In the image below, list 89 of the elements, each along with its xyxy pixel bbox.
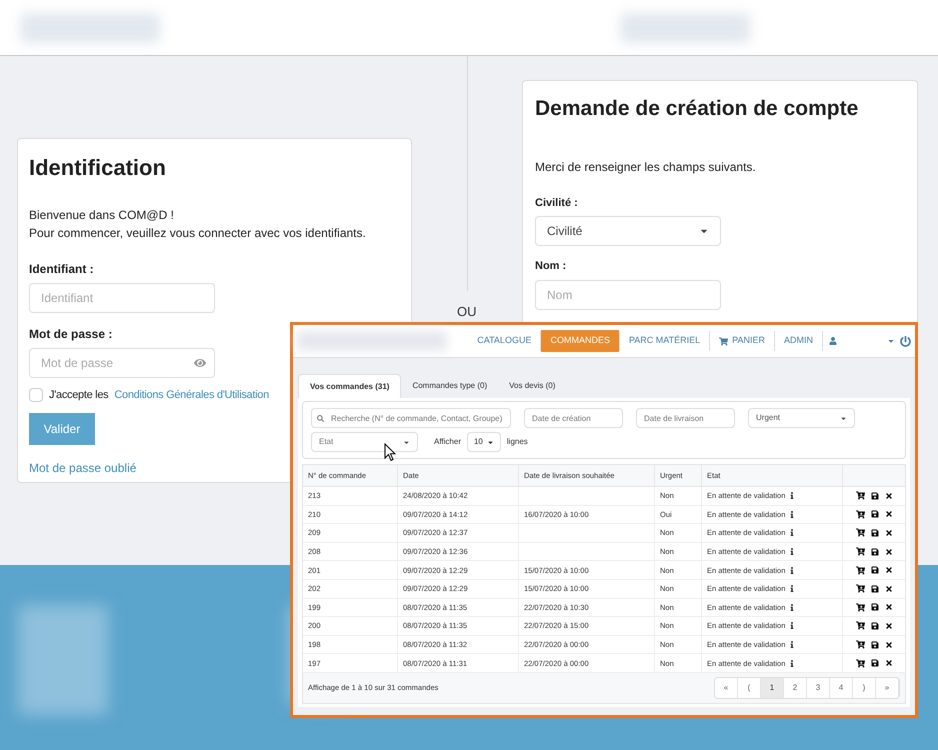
show-label: Afficher	[434, 436, 461, 448]
info-icon[interactable]	[789, 492, 796, 500]
identifier-field[interactable]: Identifiant	[29, 283, 215, 313]
info-icon[interactable]	[789, 622, 796, 630]
intro-text: Pour commencer, veuillez vous connecter avec vos identifiants.	[29, 225, 366, 242]
info-icon[interactable]	[789, 510, 796, 518]
save-icon[interactable]	[870, 584, 878, 593]
search-icon	[317, 415, 324, 422]
rows-label: lignes	[506, 436, 528, 448]
cart-icon[interactable]	[856, 640, 864, 650]
cart-icon[interactable]	[856, 528, 864, 538]
caret-icon[interactable]	[887, 337, 895, 345]
info-icon[interactable]	[789, 566, 796, 574]
close-icon[interactable]	[884, 659, 892, 668]
save-icon[interactable]	[870, 640, 878, 649]
terms-text: J'accepte les	[49, 388, 108, 403]
save-icon[interactable]	[870, 566, 878, 574]
card-title: Identification	[29, 154, 166, 182]
welcome-text: Bienvenue dans COM@D !	[29, 207, 174, 224]
tab[interactable]: Vos commandes (31)	[298, 374, 402, 398]
caret-icon	[486, 438, 494, 446]
info-icon[interactable]	[789, 585, 796, 592]
field-label: Nom :	[535, 259, 566, 274]
close-icon[interactable]	[884, 640, 892, 649]
save-icon[interactable]	[870, 659, 878, 668]
save-icon[interactable]	[870, 622, 878, 630]
page-button[interactable]: «	[715, 678, 738, 698]
cart-icon[interactable]	[856, 491, 864, 500]
field-label: Civilité :	[535, 196, 578, 210]
delivery-date-field[interactable]: Date de livraison	[636, 408, 735, 428]
tab[interactable]: Commandes type (0)	[401, 374, 498, 398]
close-icon[interactable]	[884, 492, 892, 500]
password-field[interactable]: Mot de passe	[29, 348, 215, 378]
close-icon[interactable]	[884, 584, 892, 593]
save-icon[interactable]	[870, 492, 878, 500]
close-icon[interactable]	[884, 528, 892, 537]
forgot-password-link[interactable]: Mot de passe oublié	[29, 458, 136, 476]
civility-select[interactable]: Civilité	[535, 216, 721, 246]
terms-link[interactable]: Conditions Générales d'Utilisation	[114, 387, 269, 404]
cart-icon	[719, 336, 728, 346]
urgent-select[interactable]: Urgent	[748, 408, 855, 428]
save-icon[interactable]	[870, 548, 878, 556]
mouse-cursor-icon	[384, 443, 396, 462]
save-icon[interactable]	[870, 528, 878, 537]
page-size-select[interactable]: 10	[466, 432, 501, 452]
separator-text: OU	[457, 303, 476, 321]
power-icon[interactable]	[900, 336, 911, 346]
field-label: Identifiant :	[29, 261, 94, 278]
cart-icon[interactable]	[856, 566, 864, 575]
info-icon[interactable]	[789, 660, 796, 667]
close-icon[interactable]	[884, 622, 892, 630]
name-field[interactable]: Nom	[535, 280, 721, 310]
terms-checkbox[interactable]	[29, 388, 43, 402]
page-button[interactable]: »	[876, 678, 899, 698]
creation-date-field[interactable]: Date de création	[524, 408, 623, 428]
card-title: Demande de création de compte	[535, 96, 858, 122]
search-field[interactable]: Recherche (N° de commande, Contact, Groupe)	[311, 408, 511, 428]
tab[interactable]: Vos devis (0)	[498, 374, 566, 398]
page-button[interactable]: 4	[830, 678, 853, 698]
caret-icon	[840, 414, 847, 422]
cart-icon[interactable]	[856, 602, 864, 612]
info-icon[interactable]	[789, 604, 796, 611]
page-button[interactable]: 1	[761, 678, 784, 698]
nav-link[interactable]: PANIER	[710, 330, 774, 352]
nav-link[interactable]: CATALOGUE	[468, 330, 540, 352]
page-button[interactable]: 2	[784, 678, 807, 698]
cart-icon[interactable]	[856, 547, 864, 556]
info-icon[interactable]	[789, 529, 796, 536]
cart-icon[interactable]	[856, 510, 864, 519]
info-icon[interactable]	[789, 548, 796, 556]
close-icon[interactable]	[884, 566, 892, 574]
info-icon[interactable]	[789, 641, 796, 648]
cart-icon[interactable]	[856, 621, 864, 630]
eye-icon[interactable]	[194, 357, 206, 369]
nav-link[interactable]: ADMIN	[775, 330, 822, 352]
close-icon[interactable]	[884, 603, 892, 612]
page-button[interactable]: )	[853, 678, 876, 698]
save-icon[interactable]	[870, 510, 878, 518]
caret-icon	[403, 438, 410, 446]
close-icon[interactable]	[884, 510, 892, 518]
cart-icon[interactable]	[856, 658, 864, 668]
cart-icon[interactable]	[856, 584, 864, 594]
nav-link[interactable]: PARC MATÉRIEL	[620, 330, 710, 352]
page-button[interactable]: 3	[807, 678, 830, 698]
intro-text: Merci de renseigner les champs suivants.	[535, 158, 756, 176]
field-label: Mot de passe :	[29, 326, 112, 343]
save-icon[interactable]	[870, 603, 878, 612]
close-icon[interactable]	[884, 548, 892, 556]
user-icon[interactable]	[829, 337, 837, 345]
